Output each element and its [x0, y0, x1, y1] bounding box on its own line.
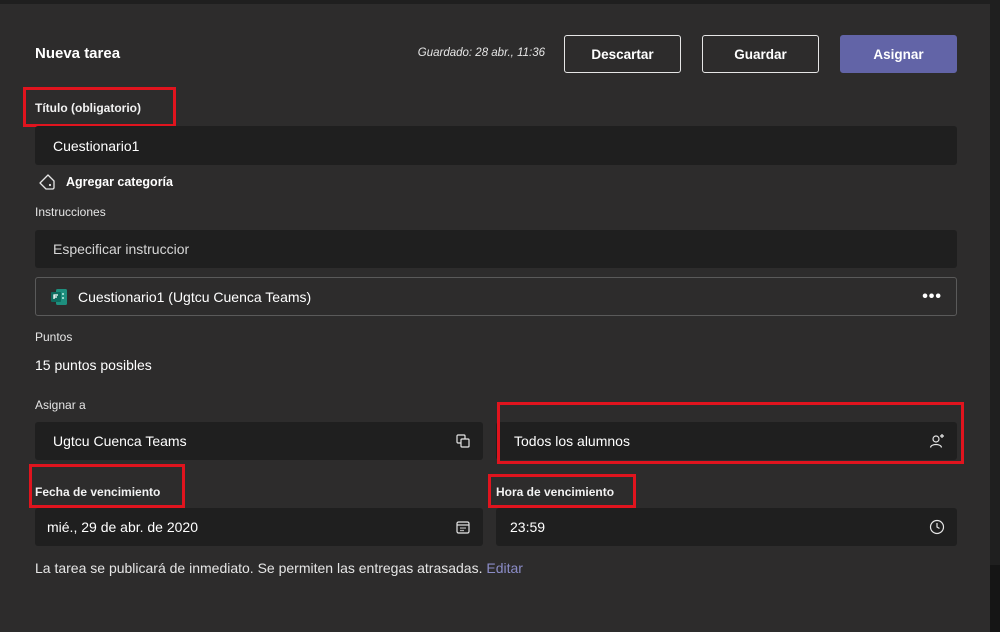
- calendar-icon[interactable]: [455, 519, 471, 535]
- attachment-item[interactable]: Cuestionario1 (Ugtcu Cuenca Teams) •••: [35, 277, 957, 316]
- due-date-picker[interactable]: mié., 29 de abr. de 2020: [35, 508, 483, 546]
- title-input[interactable]: Cuestionario1: [35, 126, 957, 165]
- page-title: Nueva tarea: [35, 45, 121, 62]
- due-time-picker[interactable]: 23:59: [496, 508, 957, 546]
- save-button[interactable]: Guardar: [702, 35, 819, 73]
- saved-status: Guardado: 28 abr., 11:36: [417, 47, 545, 59]
- instructions-placeholder: Especificar instruccior: [53, 241, 190, 257]
- instructions-label: Instrucciones: [35, 205, 106, 219]
- publish-note-text: La tarea se publicará de inmediato. Se p…: [35, 560, 483, 576]
- add-person-icon: [929, 434, 944, 448]
- discard-button[interactable]: Descartar: [564, 35, 681, 73]
- more-options-icon[interactable]: •••: [922, 288, 942, 306]
- due-time-label: Hora de vencimiento: [496, 485, 615, 499]
- publish-note: La tarea se publicará de inmediato. Se p…: [35, 560, 523, 576]
- tag-icon: [39, 174, 55, 190]
- forms-icon: [51, 288, 67, 305]
- scrollbar-thumb[interactable]: [990, 565, 1000, 632]
- due-date-label: Fecha de vencimiento: [35, 485, 161, 499]
- scrollbar[interactable]: [990, 0, 1000, 632]
- class-select-value: Ugtcu Cuenca Teams: [53, 433, 187, 449]
- class-select[interactable]: Ugtcu Cuenca Teams: [35, 422, 483, 460]
- assign-to-label: Asignar a: [35, 398, 86, 412]
- add-category-link[interactable]: Agregar categoría: [38, 173, 173, 191]
- students-select-value: Todos los alumnos: [514, 433, 630, 449]
- title-label: Título (obligatorio): [35, 101, 141, 115]
- edit-link[interactable]: Editar: [486, 560, 523, 576]
- attachment-name: Cuestionario1 (Ugtcu Cuenca Teams): [78, 288, 312, 305]
- top-strip: [0, 0, 1000, 4]
- points-value[interactable]: 15 puntos posibles: [35, 357, 152, 373]
- add-category-label: Agregar categoría: [66, 175, 173, 189]
- points-label: Puntos: [35, 330, 73, 344]
- assign-button[interactable]: Asignar: [840, 35, 957, 73]
- instructions-input[interactable]: Especificar instruccior: [35, 230, 957, 268]
- title-input-value: Cuestionario1: [53, 137, 140, 154]
- copy-icon: [456, 434, 470, 448]
- students-select[interactable]: Todos los alumnos: [496, 422, 957, 460]
- due-date-value: mié., 29 de abr. de 2020: [47, 519, 198, 535]
- clock-icon[interactable]: [929, 519, 945, 535]
- due-time-value: 23:59: [510, 519, 546, 535]
